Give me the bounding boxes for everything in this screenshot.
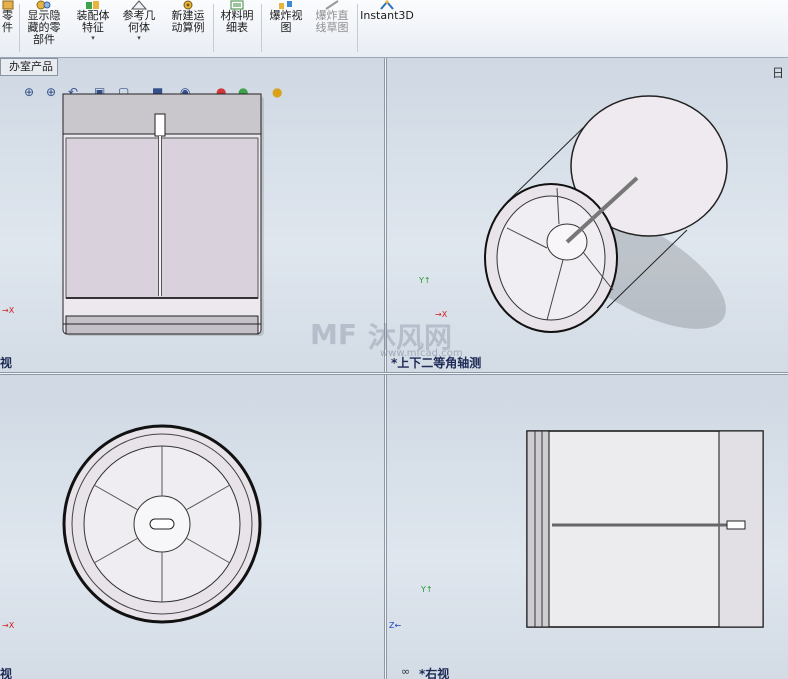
toolbar-separator <box>19 4 20 52</box>
model-right-view <box>526 430 764 628</box>
x-axis-indicator: →X <box>435 310 448 319</box>
viewport-top-left[interactable]: 办室产品 ⊕ ⊕ ↶ ▣ ▢ ■ ◉ ● ● ● →X 视 <box>0 58 384 372</box>
chevron-down-icon[interactable]: ▾ <box>72 34 114 43</box>
x-axis-indicator: →X <box>2 306 15 315</box>
assembly-features-button[interactable]: 装配体 特征 ▾ <box>72 0 114 56</box>
viewport-splitter-vertical[interactable] <box>384 58 387 679</box>
viewport-splitter-horizontal[interactable] <box>0 372 788 375</box>
y-axis-indicator: Y↑ <box>421 585 433 594</box>
x-axis-indicator: →X <box>2 621 15 630</box>
new-motion-study-button[interactable]: 新建运 动算例 <box>166 0 210 56</box>
part-button[interactable]: 零 件 <box>0 0 15 56</box>
bill-of-materials-button[interactable]: 材料明 细表 <box>216 0 258 56</box>
viewport-top-right[interactable]: 日 Y↑ →X *上下二等角轴测 <box>387 58 788 372</box>
chevron-down-icon[interactable]: ▾ <box>118 34 160 43</box>
show-hidden-components-button[interactable]: 显示隐 藏的零 部件 <box>22 0 66 56</box>
y-axis-indicator: Y↑ <box>419 276 431 285</box>
z-axis-indicator: Z← <box>389 621 402 630</box>
toolbar-separator <box>261 4 262 52</box>
toolbar-separator <box>357 4 358 52</box>
link-view-icon[interactable]: ∞ <box>401 665 410 678</box>
viewport-bottom-left[interactable]: →X 视 <box>0 375 384 679</box>
viewport-label: *右视 <box>419 667 450 679</box>
model-front-view <box>62 93 264 336</box>
command-manager-toolbar: 零 件 显示隐 藏的零 部件 装配体 特征 ▾ 参考几 何体 ▾ 新建运 动算例… <box>0 0 788 58</box>
instant3d-button[interactable]: Instant3D <box>360 0 414 56</box>
viewport-label: *上下二等角轴测 <box>391 356 482 370</box>
toolbar-separator <box>213 4 214 52</box>
viewport-label: 视 <box>0 356 13 370</box>
viewport-label: 视 <box>0 667 13 679</box>
model-top-view <box>62 424 262 624</box>
model-isometric-view <box>484 95 728 333</box>
explode-line-sketch-button[interactable]: 爆炸直 线草图 <box>310 0 354 56</box>
viewport-bottom-right[interactable]: Y↑ Z← ∞ *右视 <box>387 375 788 679</box>
exploded-view-button[interactable]: 爆炸视 图 <box>264 0 308 56</box>
reference-geometry-button[interactable]: 参考几 何体 ▾ <box>118 0 160 56</box>
